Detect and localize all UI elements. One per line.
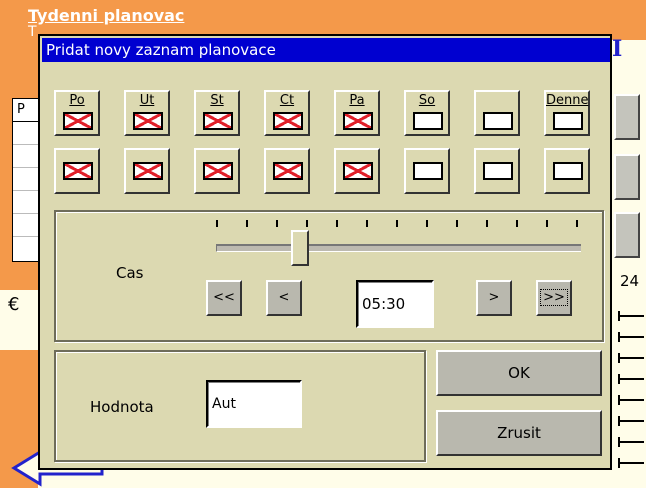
day-button-row2[interactable] bbox=[404, 148, 450, 194]
cross-checkbox-icon bbox=[203, 112, 233, 130]
day-button-so[interactable]: So bbox=[404, 90, 450, 136]
day-label: So bbox=[418, 93, 436, 108]
background-left-glyph: € bbox=[8, 294, 20, 315]
day-label: Po bbox=[69, 93, 85, 108]
slider-tick bbox=[396, 220, 398, 227]
day-button-st[interactable]: St bbox=[194, 90, 240, 136]
ok-button[interactable]: OK bbox=[436, 350, 602, 396]
back-label: < bbox=[278, 290, 290, 305]
background-scale-label: 24 bbox=[620, 272, 640, 290]
day-button-row2[interactable] bbox=[334, 148, 380, 194]
cross-checkbox-icon bbox=[343, 112, 373, 130]
empty-checkbox-icon bbox=[483, 162, 513, 180]
day-button-ct[interactable]: Ct bbox=[264, 90, 310, 136]
slider-tick bbox=[306, 220, 308, 227]
value-input[interactable]: Aut bbox=[206, 380, 302, 428]
slider-tick bbox=[456, 220, 458, 227]
forward-button[interactable]: > bbox=[476, 280, 512, 316]
day-button-row2[interactable] bbox=[544, 148, 590, 194]
dialog-title: Pridat novy zaznam planovace bbox=[42, 38, 610, 62]
background-scale bbox=[618, 296, 644, 468]
background-corner-glyph: I bbox=[612, 36, 623, 62]
empty-checkbox-icon bbox=[553, 162, 583, 180]
cross-checkbox-icon bbox=[273, 162, 303, 180]
cross-checkbox-icon bbox=[133, 162, 163, 180]
slider-tick bbox=[426, 220, 428, 227]
fast-forward-label: >> bbox=[540, 289, 568, 306]
slider-tick bbox=[546, 220, 548, 227]
time-label: Cas bbox=[116, 264, 144, 282]
day-button-po[interactable]: Po bbox=[54, 90, 100, 136]
background-button[interactable] bbox=[614, 94, 640, 140]
back-button[interactable]: < bbox=[266, 280, 302, 316]
cross-checkbox-icon bbox=[63, 112, 93, 130]
slider-tick bbox=[486, 220, 488, 227]
slider-tick bbox=[246, 220, 248, 227]
day-label: Ct bbox=[279, 93, 295, 108]
fast-back-label: << bbox=[213, 290, 235, 305]
cross-checkbox-icon bbox=[133, 112, 163, 130]
fast-back-button[interactable]: << bbox=[206, 280, 242, 316]
slider-tick bbox=[216, 220, 218, 227]
value-label: Hodnota bbox=[90, 398, 154, 416]
cross-checkbox-icon bbox=[343, 162, 373, 180]
cross-checkbox-icon bbox=[63, 162, 93, 180]
cross-checkbox-icon bbox=[203, 162, 233, 180]
slider-tick bbox=[516, 220, 518, 227]
time-slider-thumb[interactable] bbox=[290, 230, 309, 266]
day-button-row2[interactable] bbox=[474, 148, 520, 194]
slider-tick bbox=[336, 220, 338, 227]
background-left-panel: € bbox=[0, 290, 42, 350]
slider-tick bbox=[276, 220, 278, 227]
background-button[interactable] bbox=[614, 154, 640, 200]
slider-ticks bbox=[216, 220, 596, 230]
day-button-pa[interactable]: Pa bbox=[334, 90, 380, 136]
time-field[interactable]: 05:30 bbox=[356, 280, 434, 328]
time-slider-track[interactable] bbox=[216, 244, 581, 252]
background-title: Tydenni planovac bbox=[28, 6, 185, 25]
day-button-ut[interactable]: Ut bbox=[124, 90, 170, 136]
day-label: St bbox=[210, 93, 224, 108]
fast-forward-button[interactable]: >> bbox=[536, 280, 572, 316]
slider-tick bbox=[576, 220, 578, 227]
day-button-row2[interactable] bbox=[54, 148, 100, 194]
empty-checkbox-icon bbox=[413, 112, 443, 130]
day-label: Ut bbox=[139, 93, 155, 108]
day-label: Denne bbox=[546, 93, 589, 108]
cancel-button[interactable]: Zrusit bbox=[436, 410, 602, 456]
day-button-row2[interactable] bbox=[124, 148, 170, 194]
empty-checkbox-icon bbox=[413, 162, 443, 180]
day-label: Pa bbox=[349, 93, 365, 108]
empty-checkbox-icon bbox=[553, 112, 583, 130]
slider-tick bbox=[366, 220, 368, 227]
day-button-blank[interactable] bbox=[474, 90, 520, 136]
add-scheduler-dialog: Pridat novy zaznam planovace Cas << < 05… bbox=[38, 34, 612, 470]
background-button[interactable] bbox=[614, 212, 640, 258]
empty-checkbox-icon bbox=[483, 112, 513, 130]
cross-checkbox-icon bbox=[273, 112, 303, 130]
day-button-row2[interactable] bbox=[264, 148, 310, 194]
cancel-label: Zrusit bbox=[497, 424, 541, 442]
day-button-denne[interactable]: Denne bbox=[544, 90, 590, 136]
day-button-row2[interactable] bbox=[194, 148, 240, 194]
ok-label: OK bbox=[508, 364, 530, 382]
forward-label: > bbox=[488, 290, 500, 305]
